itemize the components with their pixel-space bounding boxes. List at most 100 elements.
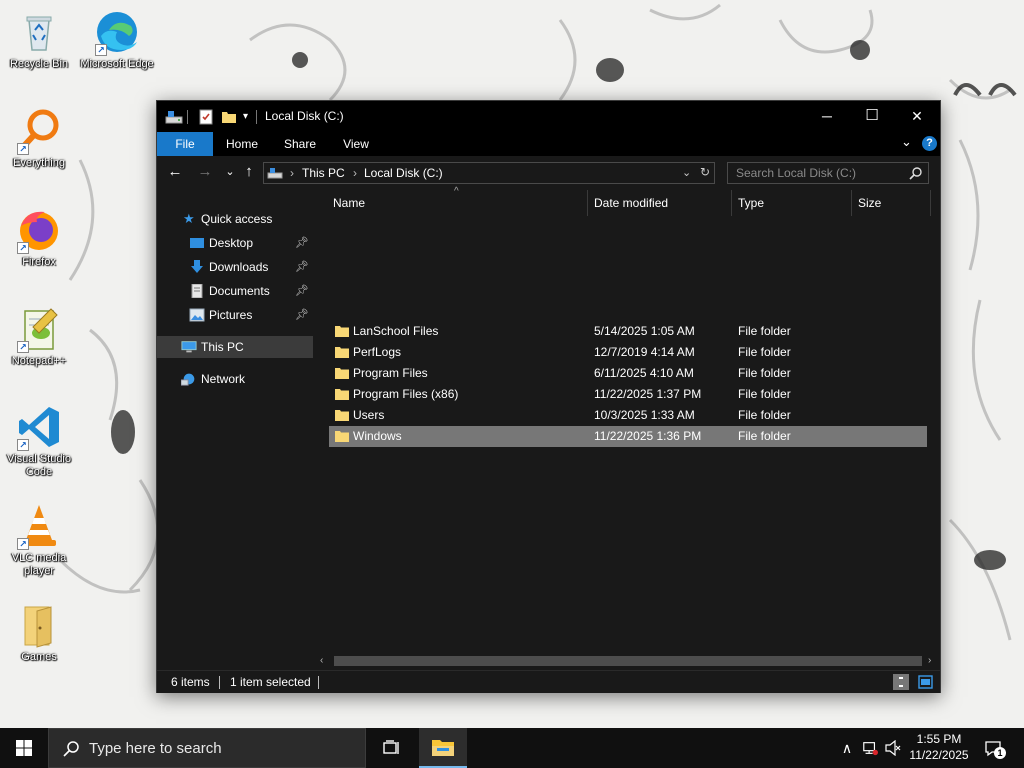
column-header-date-modified[interactable]: Date modified [594, 190, 724, 216]
search-placeholder: Search Local Disk (C:) [736, 166, 857, 180]
address-history-chevron-icon[interactable]: ⌄ [682, 166, 691, 179]
desktop-icon-microsoft-edge[interactable]: ↗ Microsoft Edge [79, 8, 155, 71]
tab-view[interactable]: View [337, 132, 375, 156]
file-list: ^ Name Date modified Type Size LanSchool… [315, 186, 940, 668]
expand-ribbon-chevron-icon[interactable]: ⌄ [901, 134, 912, 150]
column-header-name[interactable]: Name [333, 190, 583, 216]
back-arrow-icon[interactable]: ← [165, 164, 185, 182]
show-hidden-icons-chevron-icon[interactable]: ∧ [839, 740, 855, 756]
table-row[interactable]: PerfLogs 12/7/2019 4:14 AM File folder [329, 342, 927, 363]
up-arrow-icon[interactable]: ↑ [239, 164, 259, 182]
desktop-icon-label: VLC media player [11, 552, 67, 577]
column-header-type[interactable]: Type [738, 190, 838, 216]
file-type: File folder [738, 324, 791, 338]
network-status-icon[interactable] [862, 740, 878, 756]
address-bar[interactable]: › This PC › Local Disk (C:) ⌄ ↻ [263, 162, 715, 184]
table-row-selected[interactable]: Windows 11/22/2025 1:36 PM File folder [329, 426, 927, 447]
folder-icon [335, 368, 349, 379]
pin-icon: 📌︎ [295, 237, 309, 249]
recent-locations-chevron-icon[interactable]: ⌄ [220, 164, 240, 182]
horizontal-scrollbar[interactable]: ‹ › [315, 654, 940, 668]
file-type: File folder [738, 408, 791, 422]
refresh-icon[interactable]: ↻ [700, 165, 710, 179]
folder-icon [335, 389, 349, 400]
scroll-right-icon[interactable]: › [928, 654, 931, 668]
window-title: Local Disk (C:) [265, 109, 344, 123]
details-view-icon[interactable] [893, 674, 909, 690]
notification-count-badge: 1 [994, 747, 1006, 759]
drive-icon [165, 111, 183, 124]
folder-icon [335, 431, 349, 442]
sidebar-item-pictures[interactable]: Pictures 📌︎ [157, 304, 313, 326]
customize-quick-access-icon[interactable]: ▾ [243, 109, 248, 125]
maximize-button[interactable]: ☐ [849, 101, 895, 132]
title-bar[interactable]: ▾ Local Disk (C:) ─ ☐ ✕ [157, 101, 940, 132]
sidebar-item-label: This PC [201, 340, 244, 354]
tab-home[interactable]: Home [221, 132, 263, 156]
search-icon [909, 167, 922, 180]
breadcrumb-local-disk[interactable]: Local Disk (C:) [364, 166, 443, 180]
breadcrumb-this-pc[interactable]: This PC [302, 166, 345, 180]
table-row[interactable]: Program Files (x86) 11/22/2025 1:37 PM F… [329, 384, 927, 405]
notepad-plus-plus-icon: ↗ [15, 305, 63, 353]
sidebar-item-documents[interactable]: Documents 📌︎ [157, 280, 313, 302]
table-row[interactable]: Users 10/3/2025 1:33 AM File folder [329, 405, 927, 426]
shortcut-arrow-icon: ↗ [17, 439, 29, 451]
drive-icon [267, 168, 283, 179]
taskbar-search-box[interactable]: Type here to search [48, 728, 366, 768]
star-icon: ★ [183, 211, 195, 226]
clock-date: 11/22/2025 [909, 748, 969, 762]
scroll-left-icon[interactable]: ‹ [320, 654, 323, 668]
taskbar-file-explorer[interactable] [419, 728, 467, 768]
minimize-button[interactable]: ─ [804, 101, 850, 132]
desktop-icon-visual-studio-code[interactable]: ↗ Visual Studio Code [1, 403, 77, 479]
table-row[interactable]: Program Files 6/11/2025 4:10 AM File fol… [329, 363, 927, 384]
sidebar-item-label: Desktop [209, 236, 254, 250]
sidebar-item-network[interactable]: Network [157, 368, 313, 390]
properties-icon[interactable] [199, 109, 213, 125]
help-icon[interactable]: ? [922, 136, 937, 151]
column-separator[interactable] [930, 190, 931, 216]
status-separator [219, 676, 220, 689]
tab-share[interactable]: Share [279, 132, 321, 156]
sidebar-item-this-pc[interactable]: This PC [157, 336, 313, 358]
desktop-icon-notepad-plus-plus[interactable]: ↗ Notepad++ [1, 305, 77, 368]
scrollbar-thumb[interactable] [334, 656, 922, 666]
column-separator[interactable] [587, 190, 588, 216]
desktop-icon-firefox[interactable]: ↗ Firefox [1, 206, 77, 269]
file-explorer-icon [432, 740, 454, 756]
pin-icon: 📌︎ [295, 261, 309, 273]
volume-muted-icon[interactable] [885, 740, 901, 756]
column-separator[interactable] [851, 190, 852, 216]
file-type: File folder [738, 429, 791, 443]
file-type: File folder [738, 366, 791, 380]
desktop-icon-recycle-bin[interactable]: Recycle Bin [1, 8, 77, 71]
task-view-button[interactable] [367, 728, 415, 768]
desktop-icon-vlc-media-player[interactable]: ↗ VLC media player [1, 502, 77, 578]
desktop-icon-label: Microsoft Edge [80, 58, 154, 70]
action-center-button[interactable]: 1 [984, 740, 1006, 759]
everything-magnifier-icon: ↗ [15, 107, 63, 155]
sidebar-item-downloads[interactable]: Downloads 📌︎ [157, 256, 313, 278]
desktop-icon-everything[interactable]: ↗ Everything [1, 107, 77, 170]
close-button[interactable]: ✕ [894, 101, 940, 132]
start-button[interactable] [0, 728, 48, 768]
search-box[interactable]: Search Local Disk (C:) [727, 162, 929, 184]
navigation-bar: ← → ⌄ ↑ › This PC › Local Disk (C:) ⌄ ↻ … [157, 156, 940, 190]
table-row[interactable]: LanSchool Files 5/14/2025 1:05 AM File f… [329, 321, 927, 342]
sidebar-item-desktop[interactable]: Desktop 📌︎ [157, 232, 313, 254]
sidebar-item-quick-access[interactable]: ★ Quick access [157, 208, 313, 230]
file-date: 11/22/2025 1:37 PM [594, 387, 702, 401]
desktop-icon-games[interactable]: Games [1, 601, 77, 664]
file-name: Program Files (x86) [353, 387, 459, 401]
tab-file[interactable]: File [157, 132, 213, 156]
file-name: Program Files [353, 366, 428, 380]
new-folder-icon[interactable] [221, 109, 237, 125]
file-date: 12/7/2019 4:14 AM [594, 345, 695, 359]
system-clock[interactable]: 1:55 PM 11/22/2025 [905, 731, 973, 763]
large-icons-view-icon[interactable] [918, 675, 933, 689]
column-header-size[interactable]: Size [858, 190, 918, 216]
forward-arrow-icon[interactable]: → [195, 164, 215, 182]
column-separator[interactable] [731, 190, 732, 216]
selection-count: 1 item selected [230, 675, 311, 689]
